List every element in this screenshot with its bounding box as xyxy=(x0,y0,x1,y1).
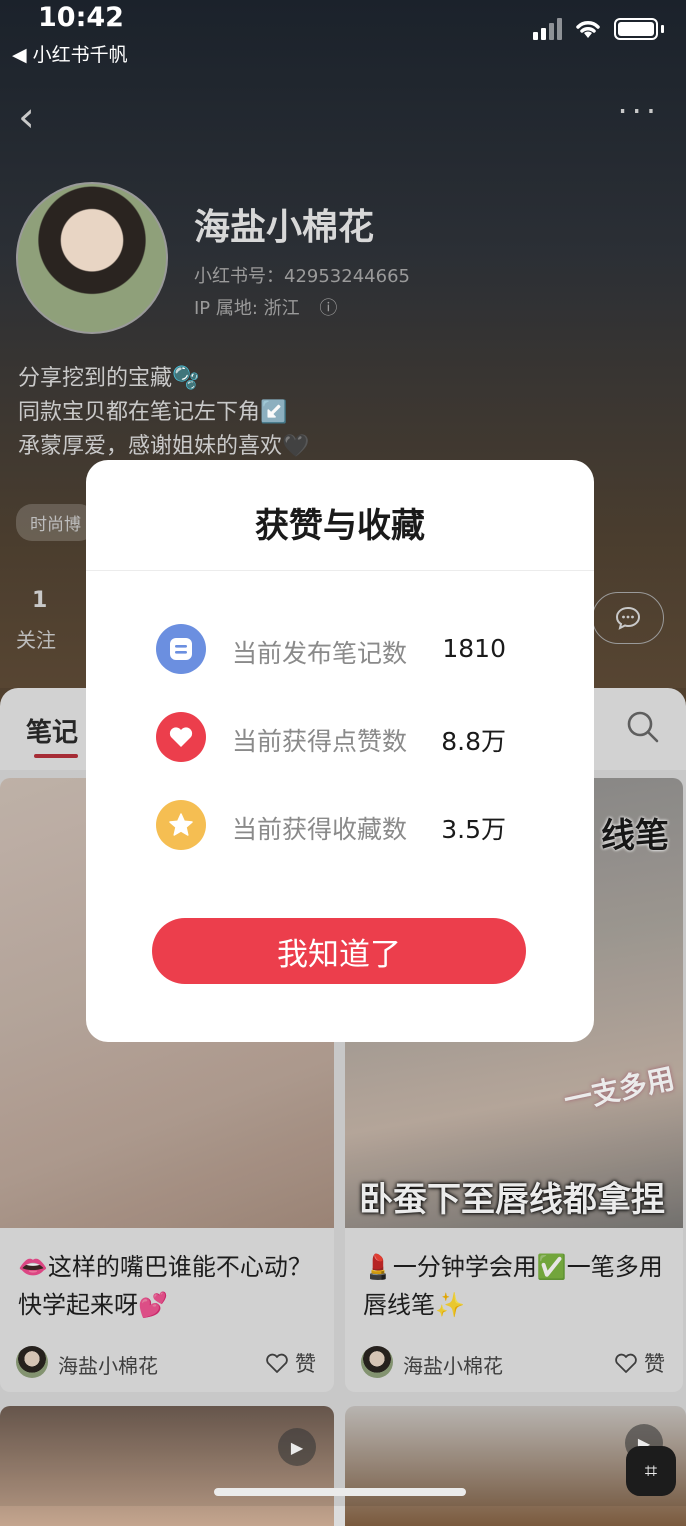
status-icons xyxy=(533,18,664,40)
bio-line: 承蒙厚爱，感谢姐妹的喜欢🖤 xyxy=(18,434,310,459)
profile-red-id: 小红书号：42953244665 xyxy=(194,266,410,287)
back-to-app-link[interactable]: ◀ 小红书千帆 xyxy=(12,40,128,67)
stat-value: 8.8万 xyxy=(441,727,506,756)
profile-ip-location: IP 属地: 浙江 ⓘ xyxy=(194,294,337,320)
confirm-button[interactable]: 我知道了 xyxy=(152,918,526,984)
profile-bio: 分享挖到的宝藏🫧 同款宝贝都在笔记左下角↙️ 承蒙厚爱，感谢姐妹的喜欢🖤 xyxy=(18,362,309,464)
chat-bubble-icon xyxy=(615,606,641,630)
battery-tip xyxy=(661,25,664,33)
stat-row-notes: 当前发布笔记数 1810 xyxy=(156,624,526,674)
stat-row-collections: 当前获得收藏数 3.5万 xyxy=(156,800,526,850)
likes-and-collections-dialog: 获赞与收藏 当前发布笔记数 1810 当前获得点赞数 8.8万 当前获得收藏数 xyxy=(86,460,594,1042)
stat-label: 当前发布笔记数 xyxy=(232,639,408,668)
profile-tag-chip[interactable]: 时尚博 xyxy=(16,504,95,541)
dialog-title: 获赞与收藏 xyxy=(255,506,425,546)
chat-button[interactable] xyxy=(592,592,664,644)
cellular-signal-icon xyxy=(533,18,562,40)
wifi-icon xyxy=(576,21,600,38)
ip-text: IP 属地: 浙江 xyxy=(194,298,300,319)
bio-line: 分享挖到的宝藏🫧 xyxy=(18,366,200,391)
more-options-icon[interactable]: ··· xyxy=(617,92,660,130)
dialog-divider xyxy=(86,570,594,571)
follow-label[interactable]: 关注 xyxy=(16,624,56,653)
heart-icon xyxy=(156,712,206,762)
battery-icon xyxy=(614,18,658,40)
stat-row-likes: 当前获得点赞数 8.8万 xyxy=(156,712,526,762)
star-icon xyxy=(156,800,206,850)
stat-label: 当前获得点赞数 xyxy=(232,727,408,756)
info-icon[interactable]: ⓘ xyxy=(319,298,337,319)
status-time: 10:42 xyxy=(38,2,124,33)
stat-label: 当前获得收藏数 xyxy=(232,815,408,844)
note-icon xyxy=(156,624,206,674)
profile-name: 海盐小棉花 xyxy=(194,207,375,248)
stat-value: 1810 xyxy=(442,634,506,663)
profile-avatar[interactable] xyxy=(16,182,168,334)
bio-line: 同款宝贝都在笔记左下角↙️ xyxy=(18,400,288,425)
status-bar: 10:42 ◀ 小红书千帆 xyxy=(0,0,686,80)
stat-value: 3.5万 xyxy=(441,815,506,844)
back-chevron-icon[interactable]: ‹ xyxy=(18,92,35,141)
follow-count[interactable]: 1 xyxy=(32,588,47,613)
